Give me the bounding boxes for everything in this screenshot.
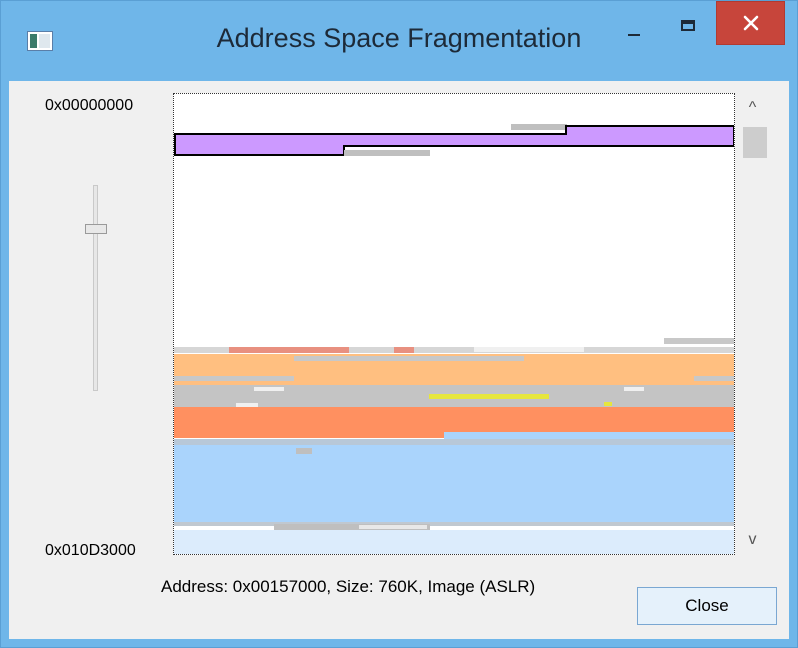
address-space-map[interactable] <box>173 93 735 555</box>
scroll-down-icon[interactable]: v <box>736 525 769 555</box>
map-region-selected-image <box>174 125 734 156</box>
vertical-scrollbar[interactable]: ^ v <box>736 93 769 555</box>
map-region-bottom <box>174 530 734 554</box>
map-region-free <box>254 387 284 391</box>
map-region-highlight <box>429 394 549 399</box>
map-region-free <box>474 347 584 352</box>
dialog-client-area: 0x00000000 0x010D3000 ^ v Address: 0x001… <box>9 81 789 639</box>
map-region-private <box>174 407 734 432</box>
map-region-reserved <box>174 439 734 445</box>
scroll-up-icon[interactable]: ^ <box>736 93 769 123</box>
map-region-reserved <box>344 150 430 156</box>
address-space-map-canvas <box>174 124 734 554</box>
map-region-reserved <box>296 448 312 454</box>
close-icon[interactable] <box>716 1 785 45</box>
zoom-slider-track[interactable] <box>93 185 98 391</box>
minimize-icon[interactable] <box>605 1 661 45</box>
address-start-label: 0x00000000 <box>45 97 134 114</box>
map-region-free <box>624 387 644 391</box>
map-region-private <box>229 347 349 353</box>
map-region-private <box>174 432 444 438</box>
scroll-thumb[interactable] <box>743 127 767 158</box>
dialog-window: Address Space Fragmentation 0x00000000 0… <box>0 0 798 648</box>
map-region-mapped <box>444 432 734 440</box>
map-region-free <box>359 525 427 529</box>
map-region-reserved <box>511 124 567 130</box>
address-end-label: 0x010D3000 <box>45 542 136 559</box>
map-region-highlight <box>604 402 612 406</box>
title-bar[interactable]: Address Space Fragmentation <box>1 1 797 81</box>
zoom-slider-thumb[interactable] <box>85 224 107 234</box>
map-region-reserved <box>694 376 734 381</box>
map-region-mapped <box>174 445 734 525</box>
map-region-reserved <box>664 338 734 344</box>
map-region-private <box>394 347 414 353</box>
map-region-free <box>236 403 258 407</box>
maximize-icon[interactable] <box>661 1 717 45</box>
close-button[interactable]: Close <box>637 587 777 625</box>
map-region-reserved <box>294 356 524 361</box>
map-region-reserved <box>174 376 294 381</box>
map-region-reserved <box>174 522 734 526</box>
selected-region-status: Address: 0x00157000, Size: 760K, Image (… <box>161 577 536 596</box>
